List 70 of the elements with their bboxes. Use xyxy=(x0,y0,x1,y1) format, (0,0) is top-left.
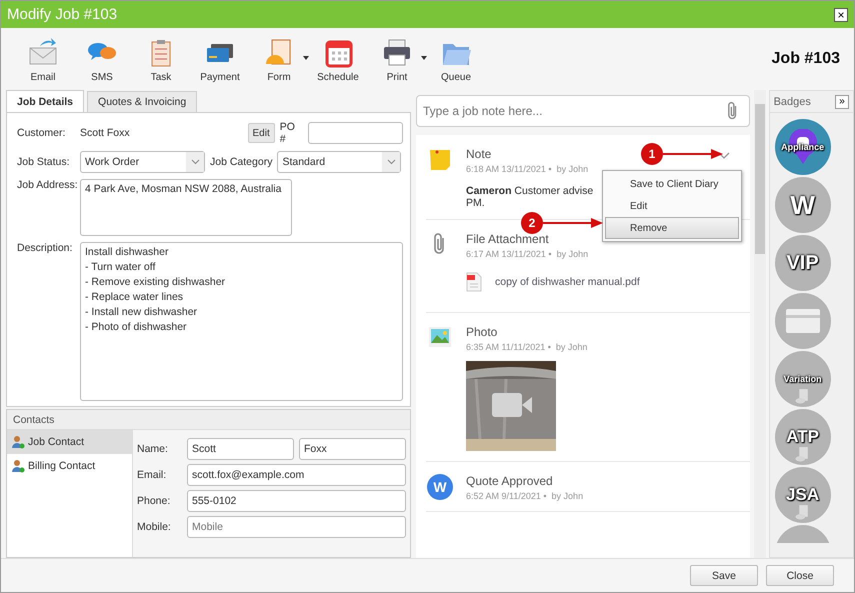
toolbar-button[interactable]: SMS xyxy=(74,36,130,82)
badge-label: ATP xyxy=(786,427,819,447)
avatar: W xyxy=(427,474,453,500)
field-label: Mobile: xyxy=(137,521,172,533)
toolbar-button[interactable]: Schedule xyxy=(310,36,366,82)
edit-button[interactable]: Edit xyxy=(248,123,275,143)
toolbar-button[interactable]: Form xyxy=(251,36,307,82)
text-field[interactable]: scott.fox@example.com xyxy=(187,464,406,486)
badge-label: Appliance xyxy=(781,142,824,152)
address-field[interactable]: 4 Park Ave, Mosman NSW 2088, Australia xyxy=(80,179,292,236)
entry-title: Note xyxy=(466,147,492,161)
note-text: Cameron Customer advise xyxy=(466,185,594,197)
badge-label: JSA xyxy=(786,485,820,505)
tab[interactable]: Quotes & Invoicing xyxy=(87,91,198,112)
text-field[interactable]: Foxx xyxy=(299,438,406,460)
timestamp: 6:35 AM 11/11/2021 • xyxy=(466,342,551,352)
field-label: Job Address: xyxy=(17,179,79,193)
author: by John xyxy=(556,164,588,174)
category-dropdown[interactable]: Standard xyxy=(277,151,402,173)
field-label: Name: xyxy=(137,443,169,455)
text-field[interactable]: 555-0102 xyxy=(187,490,406,512)
callout-number: 1 xyxy=(641,143,663,165)
file-link[interactable]: copy of dishwasher manual.pdf xyxy=(495,276,640,288)
entry-title: Quote Approved xyxy=(466,474,553,488)
author: by John xyxy=(556,249,588,259)
field-label: Customer: xyxy=(17,127,66,139)
menu-item[interactable]: Save to Client Diary xyxy=(605,173,739,195)
toolbar-button[interactable]: Print xyxy=(369,36,425,82)
description-field[interactable]: Install dishwasher - Turn water off - Remove existing dishwasher - Replace water lines - Install new dishwasher - Photo of dishwasher xyxy=(80,242,403,401)
contact-item[interactable]: Billing Contact xyxy=(7,454,132,478)
field-label: Email: xyxy=(137,469,168,481)
toolbar-button[interactable]: Task xyxy=(133,36,189,82)
field-label: PO # xyxy=(280,121,296,145)
entry-title: Photo xyxy=(466,325,498,339)
badge-label: Variation xyxy=(784,374,822,384)
menu-item[interactable]: Remove xyxy=(605,217,739,239)
timestamp: 6:52 AM 9/11/2021 • xyxy=(466,491,547,501)
author: by John xyxy=(552,491,584,501)
toolbar-button[interactable]: Queue xyxy=(428,36,484,82)
field-label: Description: xyxy=(17,242,74,256)
badge-label: VIP xyxy=(786,252,819,274)
note-field[interactable]: Type a job note here... xyxy=(416,95,750,127)
entry-title: File Attachment xyxy=(466,232,549,246)
menu-item[interactable]: Edit xyxy=(605,195,739,217)
contact-item[interactable]: Job Contact xyxy=(7,430,132,454)
timestamp: 6:17 AM 13/11/2021 • xyxy=(466,249,552,259)
timestamp: 6:18 AM 13/11/2021 • xyxy=(466,164,552,174)
toolbar-button[interactable]: Payment xyxy=(192,36,248,82)
field-label: Phone: xyxy=(137,495,172,507)
tab[interactable]: Job Details xyxy=(6,90,84,113)
footer-button[interactable]: Close xyxy=(766,565,834,586)
expand-button[interactable]: » xyxy=(835,94,849,108)
badge[interactable]: Appliance xyxy=(774,119,831,175)
panel-title: Badges xyxy=(774,96,811,108)
status-dropdown[interactable]: Work Order xyxy=(80,151,205,173)
note-text: PM. xyxy=(466,197,485,209)
window-title: Modify Job #103 xyxy=(7,6,118,23)
field-label: Job Category xyxy=(210,156,272,168)
field-label: Job Status: xyxy=(17,156,71,168)
callout-number: 2 xyxy=(521,212,543,234)
close-button[interactable]: × xyxy=(834,8,848,22)
section-header: Contacts xyxy=(7,410,410,430)
customer-name: Scott Foxx xyxy=(80,127,131,139)
badge-label: W xyxy=(790,190,815,220)
author: by John xyxy=(556,342,588,352)
footer-button[interactable]: Save xyxy=(690,565,758,586)
toolbar-button[interactable]: Email xyxy=(15,36,71,82)
job-number: Job #103 xyxy=(772,50,840,68)
text-field[interactable]: Scott xyxy=(187,438,294,460)
text-field[interactable]: Mobile xyxy=(187,516,406,538)
